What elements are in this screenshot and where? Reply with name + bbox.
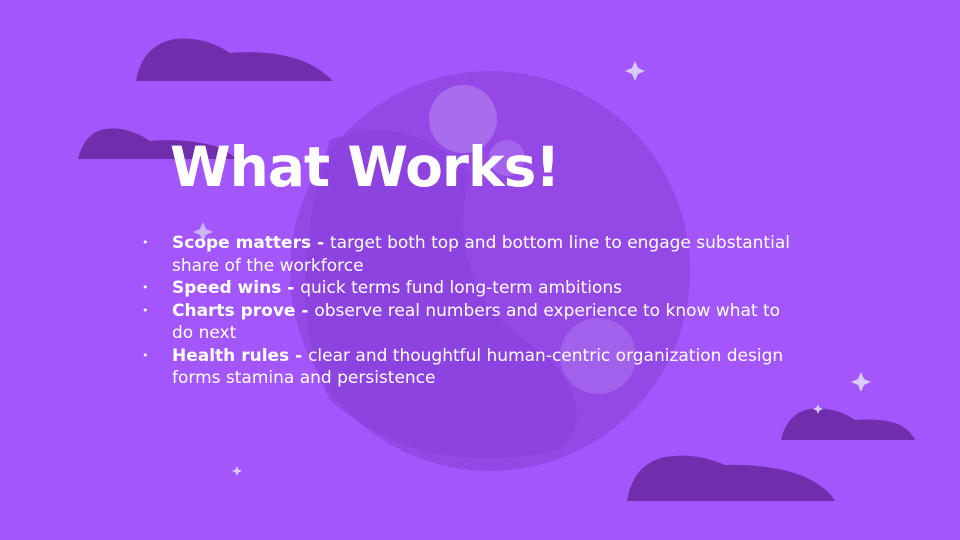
bullet-dot: • [142, 236, 149, 249]
bullet-item: • Health rules - clear and thoughtful hum… [140, 345, 800, 390]
bullet-text: quick terms fund long-term ambitions [300, 278, 622, 298]
slide-title: What Works! [170, 135, 560, 199]
cloud-right [781, 408, 915, 440]
cloud-top-left [136, 38, 333, 81]
bullet-dot: • [142, 281, 149, 294]
bullet-dot: • [142, 348, 149, 362]
bullet-heading: Health rules - [172, 345, 309, 366]
sparkle-icon [625, 61, 645, 81]
bullet-item: • Charts prove - observe real numbers and… [140, 300, 800, 345]
bullet-dot: • [142, 303, 149, 317]
bullet-item: • Scope matters - target both top and bot… [140, 232, 800, 277]
bullet-list: • Scope matters - target both top and bot… [140, 232, 800, 390]
bullet-heading: Speed wins - [172, 278, 301, 298]
sparkle-icon [851, 372, 871, 392]
bullet-item: • Speed wins - quick terms fund long-term… [140, 277, 800, 300]
bullet-heading: Scope matters - [172, 233, 330, 253]
cloud-bottom-right [627, 455, 835, 501]
slide: What Works! • Scope matters - target both… [0, 0, 960, 540]
bullet-heading: Charts prove - [172, 300, 315, 321]
sparkle-icon [232, 466, 242, 476]
